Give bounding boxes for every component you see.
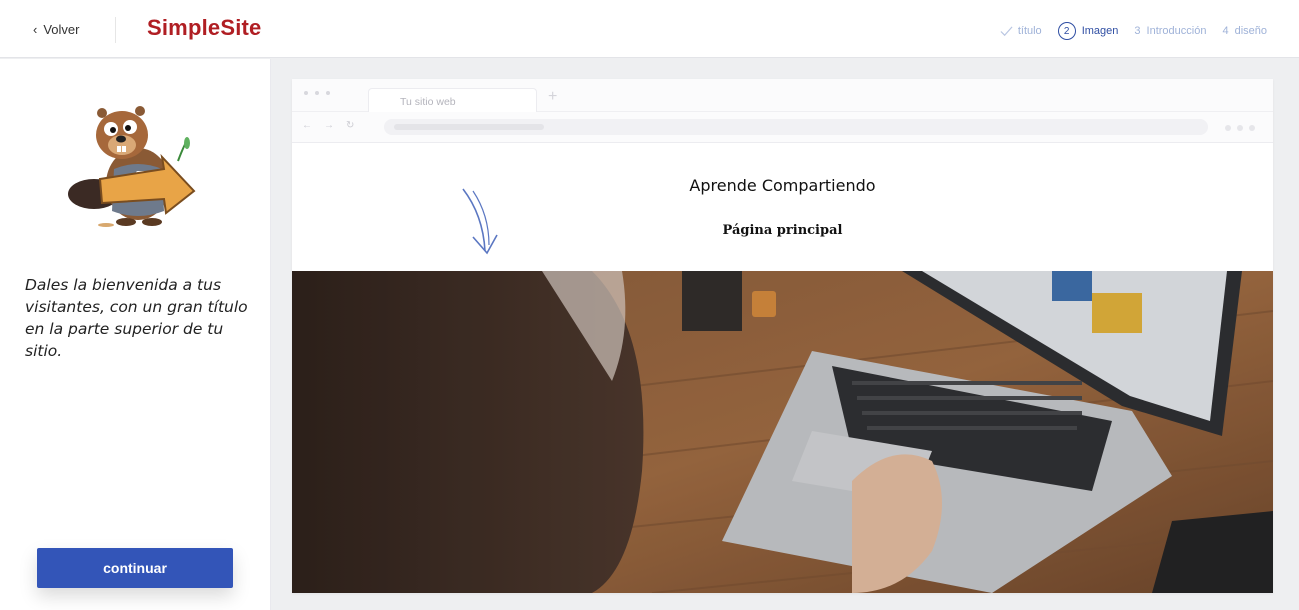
step-introduction[interactable]: 3 Introducción [1134,25,1206,37]
step-label: Introducción [1146,25,1207,37]
site-title[interactable]: Aprende Compartiendo [292,176,1273,195]
browser-address-bar: ←→↻ [292,112,1273,143]
window-controls [304,91,337,95]
nav-arrows-icon: ←→↻ [302,120,367,131]
step-title[interactable]: título [1000,25,1042,38]
hand-drawn-arrow-icon [462,188,498,255]
progress-steps: título 2 Imagen 3 Introducción 4 diseño [984,22,1267,40]
step-design[interactable]: 4 diseño [1222,25,1267,37]
url-field [384,119,1208,135]
beaver-mascot-icon [68,106,196,227]
browser-tab: Tu sitio web [368,88,537,113]
browser-menu-icon [1219,125,1255,131]
top-header: ‹ Volver SimpleSite título 2 Imagen 3 In… [0,0,1299,58]
hero-image[interactable] [292,271,1273,593]
simplesite-logo[interactable]: SimpleSite [147,15,261,41]
step-number: 3 [1134,25,1141,37]
step-label: Imagen [1081,25,1119,37]
back-button[interactable]: ‹ Volver [33,22,79,37]
chevron-left-icon: ‹ [33,22,38,37]
site-preview: Tu sitio web + ←→↻ Aprende Compartiendo … [292,79,1273,593]
continue-button[interactable]: continuar [37,548,233,588]
intro-text: Dales la bienvenida a tus visitantes, co… [25,276,248,360]
step-number: 4 [1222,25,1229,37]
header-divider [115,17,116,43]
step-number: 2 [1057,22,1076,40]
site-header: Aprende Compartiendo Página principal [292,143,1273,271]
site-nav-home[interactable]: Página principal [292,223,1273,238]
step-label: título [1017,25,1042,37]
step-label: diseño [1234,25,1267,37]
new-tab-icon: + [548,88,558,105]
back-label: Volver [43,22,80,37]
browser-tab-bar: Tu sitio web + [292,79,1273,113]
step-image[interactable]: 2 Imagen [1057,22,1119,40]
left-panel: Dales la bienvenida a tus visitantes, co… [0,59,271,610]
check-icon [1000,25,1013,36]
